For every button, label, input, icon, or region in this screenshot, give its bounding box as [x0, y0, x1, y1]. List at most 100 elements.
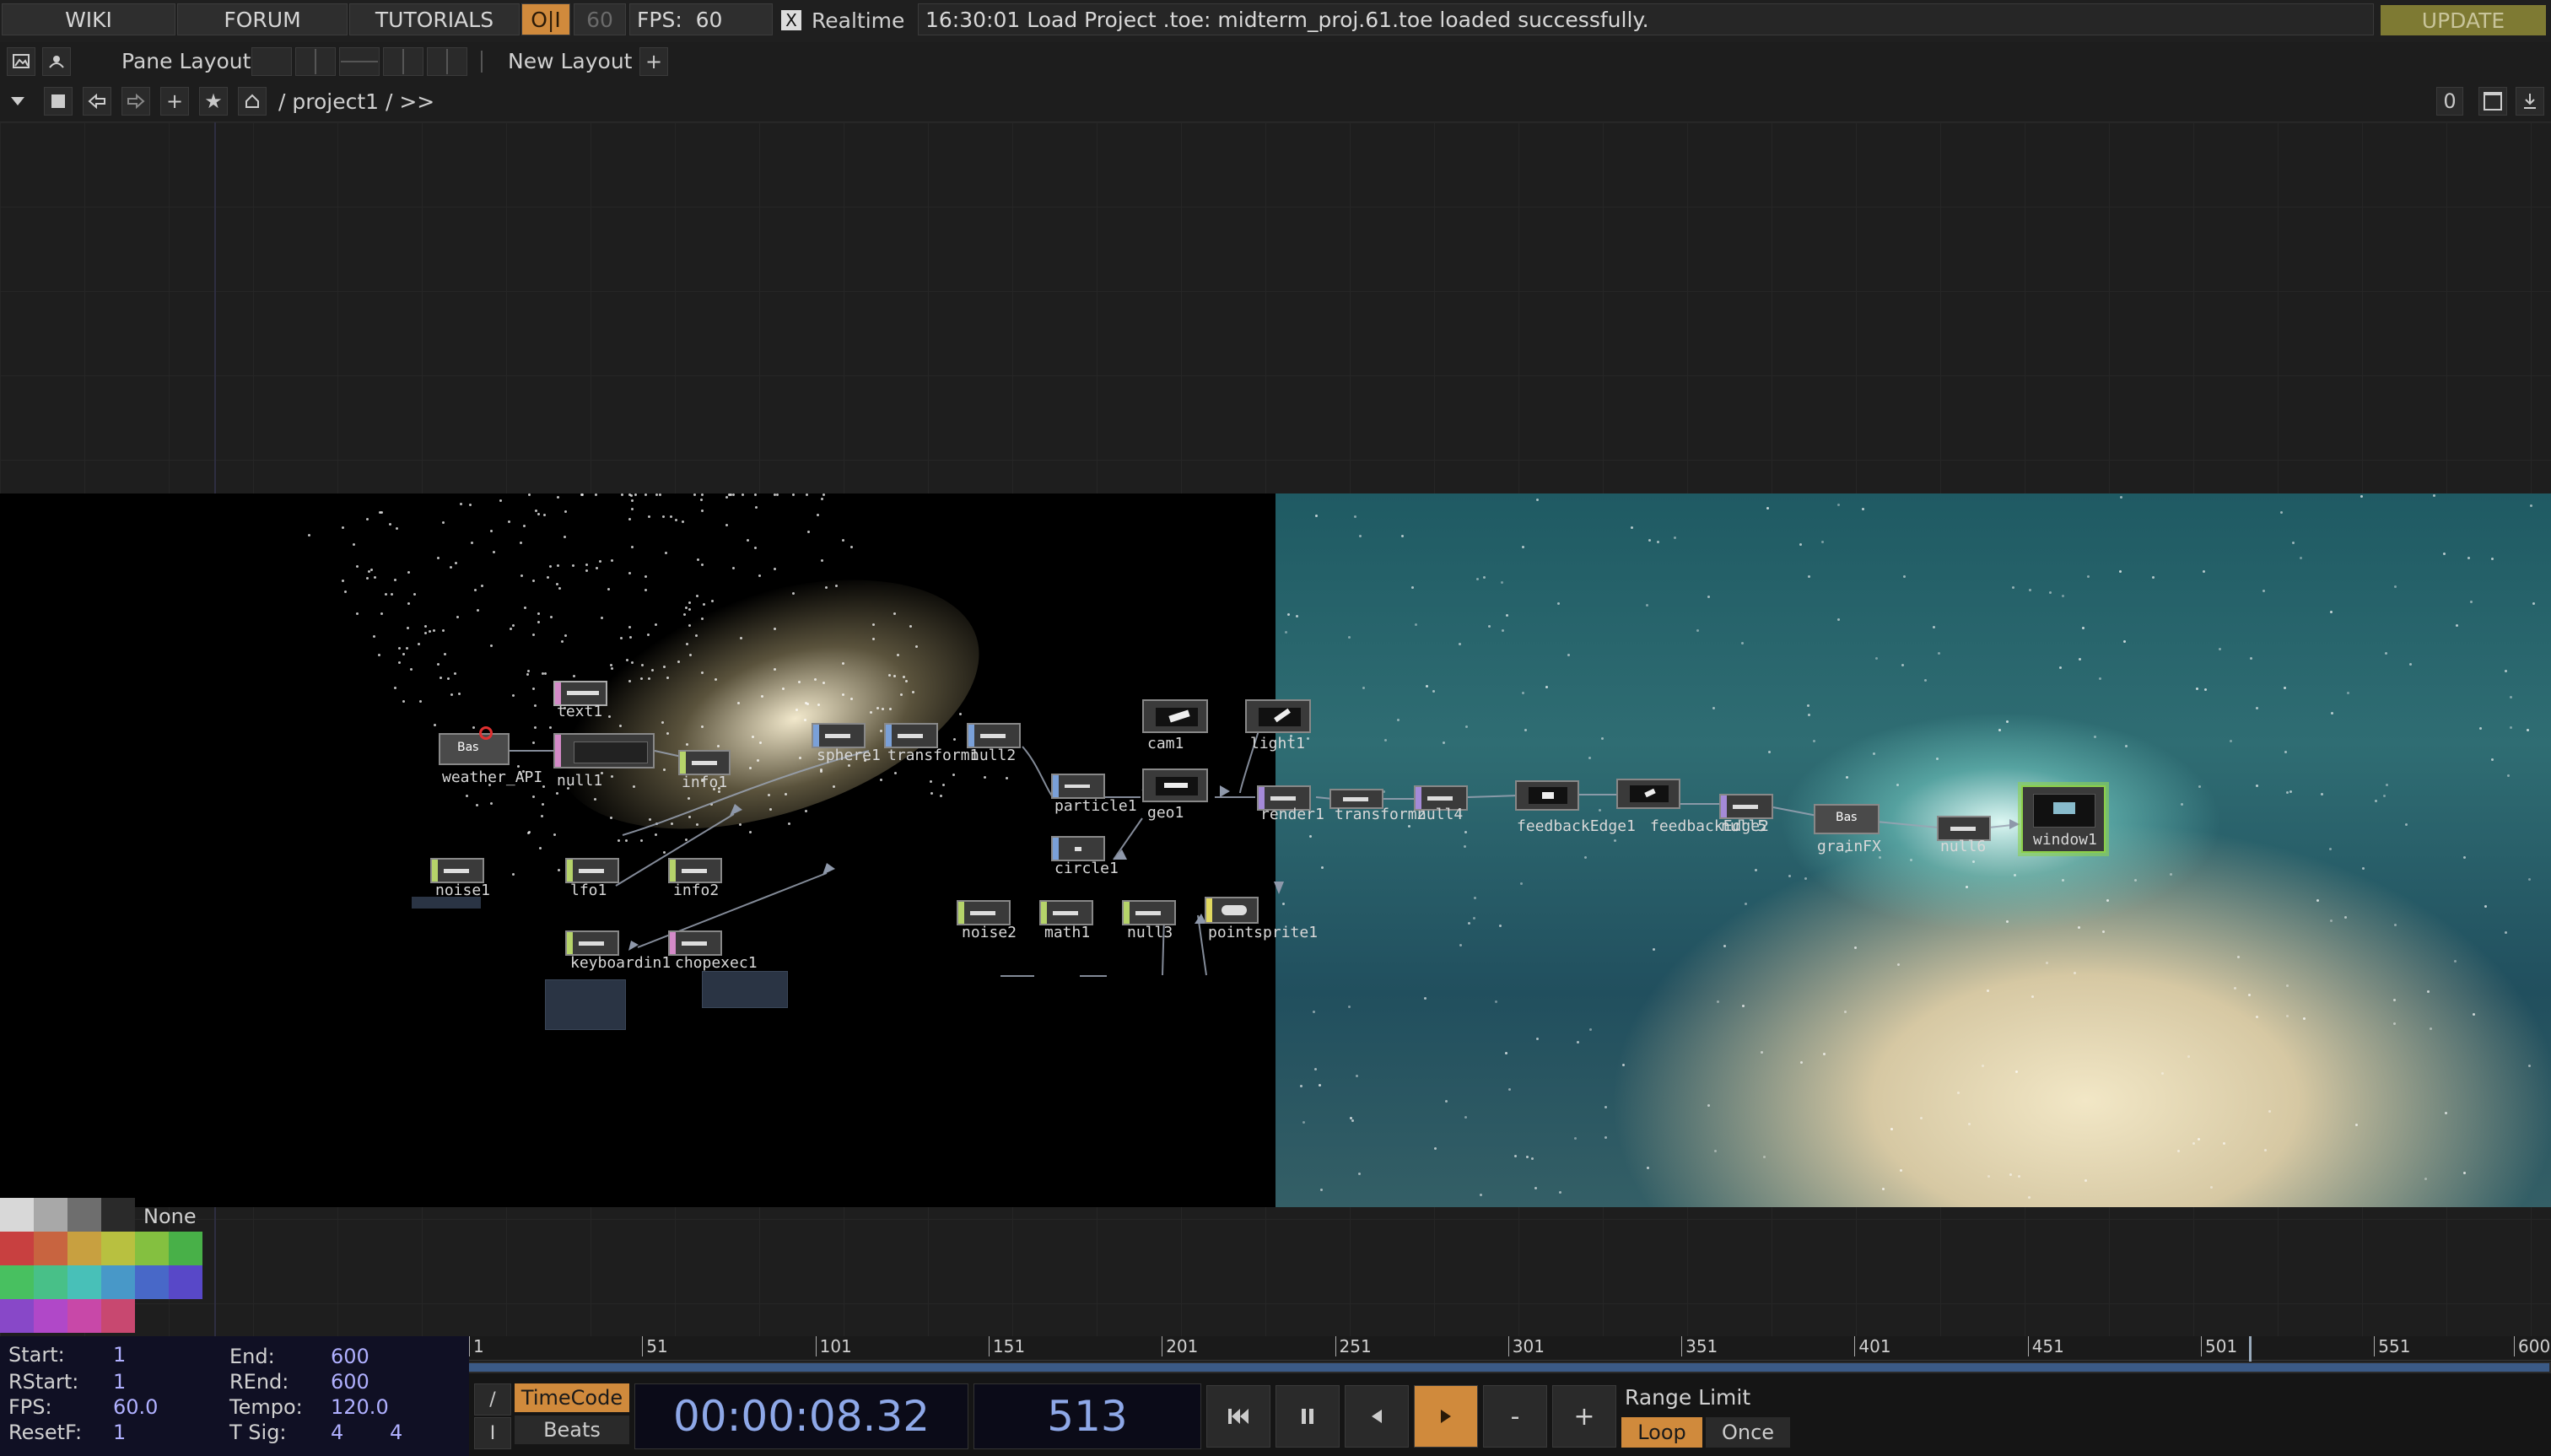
color-swatch[interactable] — [34, 1232, 67, 1265]
node-feedbackedge2[interactable] — [1616, 779, 1680, 809]
update-button[interactable]: UPDATE — [2381, 5, 2546, 35]
color-swatch[interactable] — [101, 1299, 135, 1333]
color-swatch[interactable] — [169, 1232, 202, 1265]
step-back-button[interactable]: - — [1483, 1385, 1547, 1448]
timeline-playhead[interactable] — [2249, 1336, 2252, 1362]
pane-network-icon[interactable] — [42, 47, 71, 76]
node-null5[interactable] — [1719, 794, 1773, 819]
color-swatch[interactable] — [101, 1265, 135, 1299]
comment-box[interactable] — [702, 971, 788, 1008]
home-icon[interactable] — [238, 87, 267, 116]
resetf-value[interactable]: 1 — [113, 1421, 126, 1444]
color-swatch[interactable] — [67, 1265, 101, 1299]
node-feedbackedge1[interactable] — [1515, 780, 1579, 811]
beats-toggle[interactable]: Beats — [515, 1416, 629, 1444]
node-chopexec1[interactable] — [668, 930, 722, 956]
node-cam1[interactable] — [1142, 699, 1208, 733]
loop-toggle[interactable]: Loop — [1621, 1417, 1702, 1448]
palette-none-label[interactable]: None — [143, 1205, 197, 1228]
node-light1[interactable] — [1245, 699, 1311, 733]
color-swatch[interactable] — [34, 1265, 67, 1299]
slash-button[interactable]: / — [474, 1383, 511, 1416]
forward-arrow-icon[interactable] — [121, 87, 150, 116]
node-circle1[interactable] — [1051, 836, 1105, 861]
color-swatch[interactable] — [67, 1198, 101, 1232]
end-value[interactable]: 600 — [331, 1345, 369, 1368]
color-swatch[interactable] — [67, 1232, 101, 1265]
cook-toggle-button[interactable]: O|I — [521, 3, 570, 35]
color-swatch[interactable] — [67, 1299, 101, 1333]
tsig-numerator[interactable]: 4 — [331, 1421, 343, 1444]
node-geo1[interactable] — [1142, 768, 1208, 802]
tutorials-button[interactable]: TUTORIALS — [349, 3, 520, 35]
rend-value[interactable]: 600 — [331, 1370, 369, 1394]
play-reverse-icon[interactable] — [1345, 1385, 1409, 1448]
forum-button[interactable]: FORUM — [177, 3, 348, 35]
pane-image-icon[interactable] — [7, 47, 35, 76]
node-noise1[interactable] — [430, 858, 484, 883]
maximize-icon[interactable] — [2478, 87, 2507, 116]
once-toggle[interactable]: Once — [1706, 1417, 1790, 1448]
network-path[interactable]: / project1 / >> — [278, 89, 434, 114]
add-layout-button[interactable]: + — [639, 47, 668, 76]
start-value[interactable]: 1 — [113, 1343, 126, 1367]
node-particle1[interactable] — [1051, 774, 1105, 799]
rstart-value[interactable]: 1 — [113, 1370, 126, 1394]
comment-box[interactable] — [412, 897, 481, 909]
layout-four-pane-icon[interactable] — [427, 47, 467, 76]
error-icon[interactable] — [479, 726, 493, 740]
node-null3[interactable] — [1122, 900, 1176, 925]
frame-display[interactable]: 513 — [973, 1383, 1201, 1449]
color-swatch[interactable] — [169, 1265, 202, 1299]
node-lfo1[interactable] — [565, 858, 619, 883]
node-null2[interactable] — [967, 723, 1021, 748]
wiki-button[interactable]: WIKI — [2, 3, 175, 35]
node-noise2[interactable] — [957, 900, 1011, 925]
stop-icon[interactable] — [44, 87, 73, 116]
timecode-toggle[interactable]: TimeCode — [515, 1383, 629, 1412]
fps-target-field[interactable]: 60 — [574, 3, 626, 35]
new-layout-label[interactable]: New Layout — [508, 49, 632, 73]
node-weather-api[interactable]: Bas — [439, 733, 510, 765]
add-node-icon[interactable]: + — [160, 87, 189, 116]
layout-single-icon[interactable] — [251, 47, 292, 76]
color-swatch[interactable] — [34, 1299, 67, 1333]
star-icon[interactable]: ★ — [199, 87, 228, 116]
color-swatch[interactable] — [135, 1232, 169, 1265]
timeline-ruler[interactable]: 1 51 101 151 201 251 301 351 401 451 501 551 600 — [469, 1336, 2551, 1361]
timeline-range-track[interactable] — [469, 1362, 2551, 1373]
step-forward-button[interactable]: + — [1552, 1385, 1616, 1448]
node-null1[interactable] — [553, 733, 655, 768]
tsig-denominator[interactable]: 4 — [390, 1421, 402, 1444]
back-arrow-icon[interactable] — [83, 87, 111, 116]
node-grainfx[interactable]: Bas — [1814, 804, 1880, 834]
tempo-value[interactable]: 120.0 — [331, 1395, 389, 1419]
fps-stat-value[interactable]: 60.0 — [113, 1395, 158, 1419]
node-math1[interactable] — [1039, 900, 1093, 925]
color-swatch[interactable] — [0, 1265, 34, 1299]
play-icon[interactable] — [1414, 1385, 1478, 1448]
color-swatch[interactable] — [0, 1198, 34, 1232]
layout-three-pane-icon[interactable] — [383, 47, 423, 76]
color-swatch[interactable] — [101, 1198, 135, 1232]
comment-box[interactable] — [545, 979, 626, 1030]
node-info2[interactable] — [668, 858, 722, 883]
realtime-checkbox[interactable]: X — [781, 10, 801, 30]
chevron-down-icon[interactable] — [3, 87, 32, 116]
color-swatch[interactable] — [34, 1198, 67, 1232]
color-swatch[interactable] — [101, 1232, 135, 1265]
layout-split-horizontal-icon[interactable] — [339, 47, 380, 76]
network-editor[interactable]: text1 Bas weather_API null1 info1 sphere… — [0, 122, 2551, 1337]
rewind-icon[interactable] — [1206, 1385, 1270, 1448]
layout-split-vertical-icon[interactable] — [295, 47, 336, 76]
color-swatch[interactable] — [135, 1265, 169, 1299]
node-keyboardin1[interactable] — [565, 930, 619, 956]
node-info1[interactable] — [678, 750, 731, 775]
i-button[interactable]: I — [474, 1417, 511, 1449]
node-pointsprite1[interactable] — [1205, 897, 1259, 924]
color-swatch[interactable] — [0, 1299, 34, 1333]
download-icon[interactable] — [2516, 87, 2544, 116]
node-sphere1[interactable] — [812, 723, 866, 748]
node-transform1[interactable] — [884, 723, 938, 748]
timecode-display[interactable]: 00:00:08.32 — [634, 1383, 968, 1449]
